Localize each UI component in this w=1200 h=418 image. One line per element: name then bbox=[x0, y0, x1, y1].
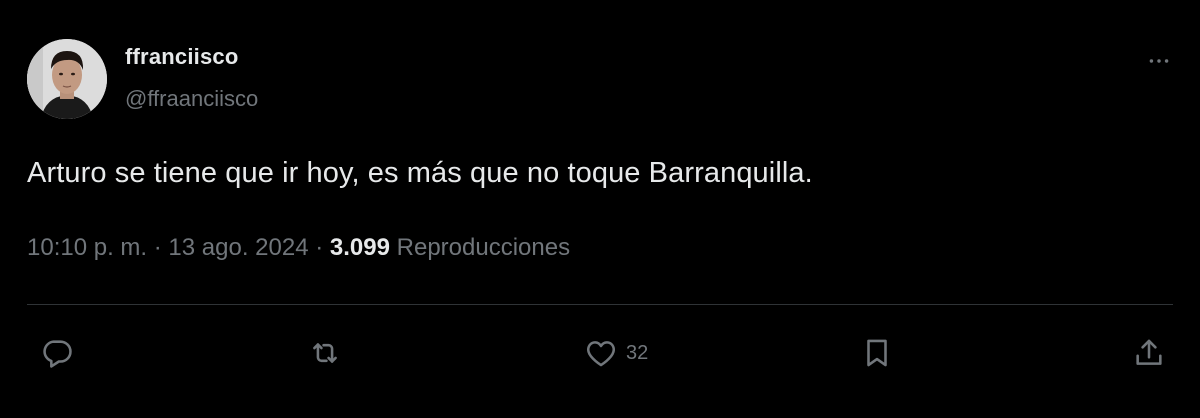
divider bbox=[27, 304, 1173, 305]
retweet-icon bbox=[313, 343, 337, 363]
author-display-name[interactable]: ffranciisco bbox=[125, 44, 238, 70]
tweet-time[interactable]: 10:10 p. m. bbox=[27, 234, 147, 261]
reply-icon bbox=[43, 340, 72, 368]
heart-icon bbox=[586, 341, 616, 367]
tweet-date[interactable]: 13 ago. 2024 bbox=[168, 234, 308, 261]
views-label: Reproducciones bbox=[396, 234, 571, 261]
tweet-metadata: 10:10 p. m. · 13 ago. 2024 · 3.099 Repro… bbox=[27, 234, 570, 262]
tweet-card: ffranciisco @ffraanciisco Arturo se tien… bbox=[0, 0, 1200, 418]
share-button[interactable] bbox=[1132, 334, 1166, 372]
views-count: 3.099 bbox=[329, 234, 390, 261]
meta-separator: · bbox=[315, 234, 324, 261]
bookmark-button[interactable] bbox=[860, 334, 894, 372]
tweet-text: Arturo se tiene que ir hoy, es más que n… bbox=[27, 157, 813, 189]
like-count: 32 bbox=[626, 341, 649, 364]
bookmark-icon bbox=[867, 339, 887, 367]
share-icon bbox=[1136, 339, 1162, 365]
meta-separator: · bbox=[153, 234, 162, 261]
avatar[interactable] bbox=[27, 39, 107, 119]
avatar-photo bbox=[27, 39, 107, 119]
more-options-button[interactable] bbox=[1142, 46, 1176, 76]
like-button[interactable]: 32 bbox=[584, 334, 648, 372]
more-dots-icon bbox=[1149, 59, 1169, 63]
reply-button[interactable] bbox=[40, 334, 74, 372]
author-handle[interactable]: @ffraanciisco bbox=[125, 86, 258, 112]
retweet-button[interactable] bbox=[308, 334, 342, 372]
